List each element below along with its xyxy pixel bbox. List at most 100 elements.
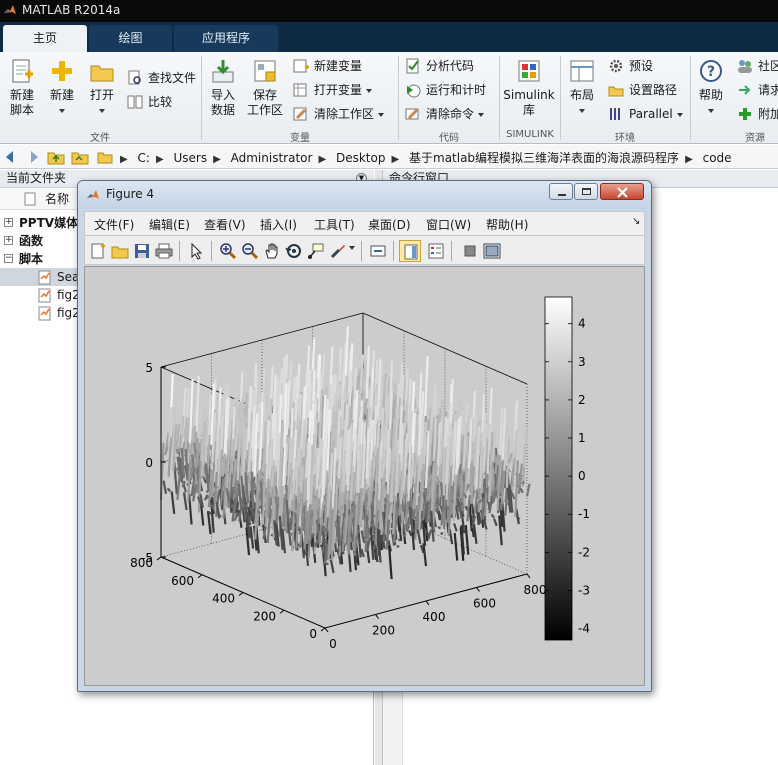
surface-plot[interactable]: 02004006008000200400600800-505 -4-3-2-10… bbox=[85, 267, 644, 685]
new-figure-icon[interactable] bbox=[89, 242, 107, 260]
open-file-icon[interactable] bbox=[111, 242, 129, 260]
add-ons-button[interactable]: 附加 bbox=[737, 104, 778, 124]
figure-toolbar bbox=[84, 235, 645, 265]
clear-workspace-button[interactable]: 清除工作区 bbox=[293, 104, 385, 124]
dock-arrow-icon[interactable]: ↘ bbox=[632, 216, 640, 227]
open-button[interactable]: 打开 bbox=[86, 58, 118, 118]
pointer-icon[interactable] bbox=[187, 242, 205, 260]
analyze-code-button[interactable]: 分析代码 bbox=[405, 56, 474, 76]
menu-tools[interactable]: 工具(T) bbox=[314, 216, 355, 233]
matlab-logo-icon bbox=[87, 190, 99, 199]
link-icon[interactable] bbox=[369, 242, 387, 260]
open-variable-button[interactable]: 打开变量 bbox=[293, 80, 373, 100]
group-label-file: 文件 bbox=[90, 133, 110, 144]
show-plot-tools-icon[interactable] bbox=[483, 242, 501, 260]
new-button[interactable]: 新建 bbox=[46, 58, 78, 118]
layout-dropdown-arrow-icon[interactable] bbox=[579, 108, 585, 113]
y-tick-label: 0 bbox=[309, 627, 317, 641]
menu-help[interactable]: 帮助(H) bbox=[486, 216, 528, 233]
menu-view[interactable]: 查看(V) bbox=[204, 216, 246, 233]
colorbar-button[interactable] bbox=[399, 240, 421, 262]
z-tick-label: 0 bbox=[145, 456, 153, 470]
forward-arrow-icon[interactable] bbox=[25, 149, 41, 165]
collapse-icon[interactable]: − bbox=[4, 254, 13, 263]
new-script-button[interactable]: 新建 脚本 bbox=[4, 58, 40, 118]
set-path-button[interactable]: 设置路径 bbox=[608, 80, 677, 100]
simulink-library-button[interactable]: Simulink 库 bbox=[503, 58, 555, 118]
menu-insert[interactable]: 插入(I) bbox=[260, 216, 297, 233]
preferences-button[interactable]: 预设 bbox=[608, 56, 653, 76]
clear-commands-button[interactable]: 清除命令 bbox=[405, 104, 485, 124]
new-variable-button[interactable]: 新建变量 bbox=[293, 56, 362, 76]
colorbar[interactable]: -4 -3 -2 -1 0 1 2 3 4 bbox=[544, 296, 590, 641]
tab-apps[interactable]: 应用程序 bbox=[174, 25, 278, 52]
breadcrumb[interactable]: ▶ C: ▶ Users ▶ Administrator ▶ Desktop ▶ 基于m… bbox=[120, 149, 738, 166]
expand-icon[interactable]: + bbox=[4, 218, 13, 227]
breadcrumb-item[interactable]: C: bbox=[138, 151, 150, 165]
import-data-button[interactable]: 导入 数据 bbox=[206, 58, 240, 118]
parallel-button[interactable]: Parallel bbox=[608, 104, 683, 124]
x-tick-label: 0 bbox=[329, 637, 337, 651]
breadcrumb-item[interactable]: Users bbox=[173, 151, 207, 165]
save-workspace-icon bbox=[254, 60, 276, 82]
z-tick-label: -5 bbox=[141, 551, 153, 565]
tab-plots[interactable]: 绘图 bbox=[89, 25, 172, 52]
open-variable-dropdown-icon[interactable] bbox=[366, 88, 373, 93]
clear-workspace-dropdown-icon[interactable] bbox=[378, 112, 385, 117]
menu-desktop[interactable]: 桌面(D) bbox=[368, 216, 411, 233]
rotate-3d-icon[interactable] bbox=[285, 242, 303, 260]
pan-icon[interactable] bbox=[263, 242, 281, 260]
breadcrumb-item[interactable]: 基于matlab编程模拟三维海洋表面的海浪源码程序 bbox=[409, 151, 679, 165]
compare-button[interactable]: 比较 bbox=[127, 92, 172, 112]
colorbar-tick-label: 1 bbox=[578, 431, 586, 445]
breadcrumb-item[interactable]: Desktop bbox=[336, 151, 386, 165]
breadcrumb-item[interactable]: Administrator bbox=[231, 151, 313, 165]
add-ons-icon bbox=[739, 108, 751, 120]
x-tick-label: 800 bbox=[524, 583, 547, 597]
maximize-icon bbox=[582, 188, 591, 195]
zoom-in-icon[interactable] bbox=[219, 242, 237, 260]
back-arrow-icon[interactable] bbox=[3, 149, 19, 165]
run-and-time-button[interactable]: 运行和计时 bbox=[405, 80, 486, 100]
ribbon-separator bbox=[201, 56, 202, 140]
clear-commands-dropdown-icon[interactable] bbox=[478, 112, 485, 117]
minimize-button[interactable] bbox=[549, 183, 573, 200]
menu-window[interactable]: 窗口(W) bbox=[426, 216, 471, 233]
parallel-dropdown-icon[interactable] bbox=[676, 112, 683, 117]
data-cursor-icon[interactable] bbox=[307, 242, 325, 260]
plot-area[interactable]: 0 200 400 600 800 0 200 400 600 800 -5 0 5 -4 -3 -2 -1 0… bbox=[84, 266, 645, 686]
legend-icon[interactable] bbox=[427, 242, 445, 260]
zoom-out-icon[interactable] bbox=[241, 242, 259, 260]
save-icon[interactable] bbox=[133, 242, 151, 260]
help-button[interactable]: ? 帮助 bbox=[694, 58, 728, 118]
menu-file[interactable]: 文件(F) bbox=[94, 216, 134, 233]
browse-folder-icon[interactable] bbox=[71, 149, 89, 165]
run-and-time-icon bbox=[407, 84, 421, 98]
menu-edit[interactable]: 编辑(E) bbox=[149, 216, 190, 233]
expand-icon[interactable]: + bbox=[4, 236, 13, 245]
x-tick-label: 400 bbox=[423, 610, 446, 624]
brush-dropdown-icon[interactable] bbox=[349, 246, 355, 250]
hide-plot-tools-icon[interactable] bbox=[461, 242, 479, 260]
breadcrumb-item[interactable]: code bbox=[703, 151, 732, 165]
open-dropdown-arrow-icon[interactable] bbox=[99, 108, 105, 113]
close-button[interactable] bbox=[600, 183, 644, 200]
colorbar-gradient[interactable] bbox=[544, 296, 573, 641]
maximize-button[interactable] bbox=[574, 183, 598, 200]
print-icon[interactable] bbox=[155, 242, 173, 260]
brush-icon[interactable] bbox=[329, 242, 347, 260]
new-dropdown-arrow-icon[interactable] bbox=[59, 108, 65, 113]
find-files-button[interactable]: 查找文件 bbox=[127, 68, 196, 88]
figure-window[interactable]: Figure 4 文件(F) 编辑(E) 查看(V) 插入(I) 工具(T) 桌… bbox=[77, 180, 652, 692]
surface-mesh bbox=[159, 326, 531, 580]
figure-title-bar[interactable]: Figure 4 bbox=[78, 181, 651, 209]
layout-button[interactable]: 布局 bbox=[565, 58, 599, 118]
save-workspace-button[interactable]: 保存 工作区 bbox=[246, 58, 284, 118]
tab-home[interactable]: 主页 bbox=[3, 25, 87, 52]
request-support-button[interactable]: 请求 bbox=[737, 80, 778, 100]
colorbar-tick-label: 0 bbox=[578, 469, 586, 483]
request-support-icon bbox=[739, 85, 751, 95]
up-folder-icon[interactable] bbox=[47, 149, 65, 165]
help-dropdown-arrow-icon[interactable] bbox=[708, 108, 714, 113]
community-button[interactable]: 社区 bbox=[737, 56, 778, 76]
